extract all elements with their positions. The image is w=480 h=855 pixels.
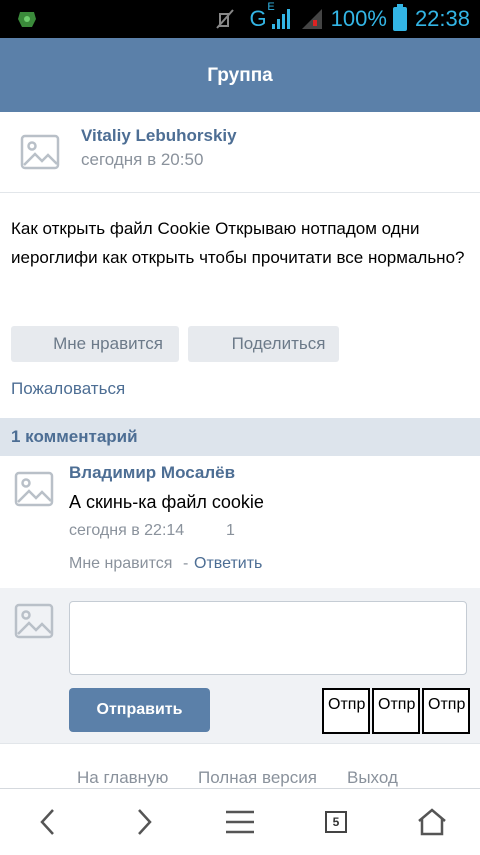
avatar-placeholder-icon[interactable]	[14, 469, 54, 509]
share-button[interactable]: Поделиться	[188, 326, 339, 362]
chevron-left-icon	[40, 809, 54, 835]
avatar-placeholder-icon	[14, 603, 54, 639]
footer-link-full-version[interactable]: Полная версия	[198, 768, 317, 788]
comment-author[interactable]: Владимир Мосалёв	[69, 463, 235, 483]
extra-send-button[interactable]: Отпр	[372, 688, 420, 734]
status-bar: GE 100% 22:38	[0, 0, 480, 38]
post-author[interactable]: Vitaliy Lebuhorskiy	[81, 126, 237, 146]
share-label: Поделиться	[231, 334, 326, 353]
home-icon	[418, 808, 446, 836]
app-header: Группа	[0, 38, 480, 112]
menu-button[interactable]	[222, 789, 258, 855]
comment-item: Владимир Мосалёв А скинь-ка файл cookie …	[0, 456, 480, 589]
app-notification-icon	[18, 12, 36, 27]
tabs-button[interactable]: 5	[318, 789, 354, 855]
comment-date: сегодня в 22:14	[69, 522, 185, 539]
clock: 22:38	[414, 6, 470, 31]
post-header: Vitaliy Lebuhorskiy сегодня в 20:50	[0, 112, 480, 193]
browser-nav-bar: 5	[0, 788, 480, 855]
battery-percent: 100%	[330, 6, 387, 31]
vibrate-mute-icon	[215, 9, 234, 29]
battery-icon	[392, 4, 407, 31]
back-button[interactable]	[30, 789, 66, 855]
comments-count: 1 комментарий	[11, 427, 138, 446]
post-date: сегодня в 20:50	[81, 150, 204, 169]
network-type: GE	[249, 1, 275, 31]
comment-text: А скинь-ка файл cookie	[69, 492, 264, 512]
comment-like-link[interactable]: Мне нравится	[69, 555, 172, 573]
avatar-placeholder-icon[interactable]	[20, 132, 60, 172]
comment-separator: -	[183, 555, 189, 572]
extra-send-button[interactable]: Отпр	[322, 688, 370, 734]
like-button[interactable]: Мне нравится	[11, 326, 179, 362]
comment-like-count: 1	[226, 522, 235, 539]
comments-header: 1 комментарий	[0, 418, 480, 456]
footer-link-home[interactable]: На главную	[77, 768, 168, 788]
signal-2-icon	[301, 9, 322, 29]
forward-button[interactable]	[126, 789, 162, 855]
extra-send-button[interactable]: Отпр	[422, 688, 470, 734]
like-label: Мне нравится	[53, 334, 163, 353]
post-text: Как открыть файл Cookie Открываю нотпадо…	[11, 219, 465, 267]
send-button[interactable]: Отправить	[69, 688, 210, 732]
reply-form: Отправить Отпр Отпр Отпр	[0, 588, 480, 744]
footer-link-logout[interactable]: Выход	[347, 768, 398, 788]
report-link[interactable]: Пожаловаться	[11, 379, 125, 399]
comment-textarea[interactable]	[69, 601, 467, 675]
tabs-icon: 5	[325, 811, 347, 833]
chevron-right-icon	[138, 809, 152, 835]
menu-icon	[226, 810, 254, 834]
home-button[interactable]	[414, 789, 450, 855]
comment-reply-link[interactable]: Ответить	[194, 555, 262, 573]
page-title: Группа	[207, 65, 273, 86]
